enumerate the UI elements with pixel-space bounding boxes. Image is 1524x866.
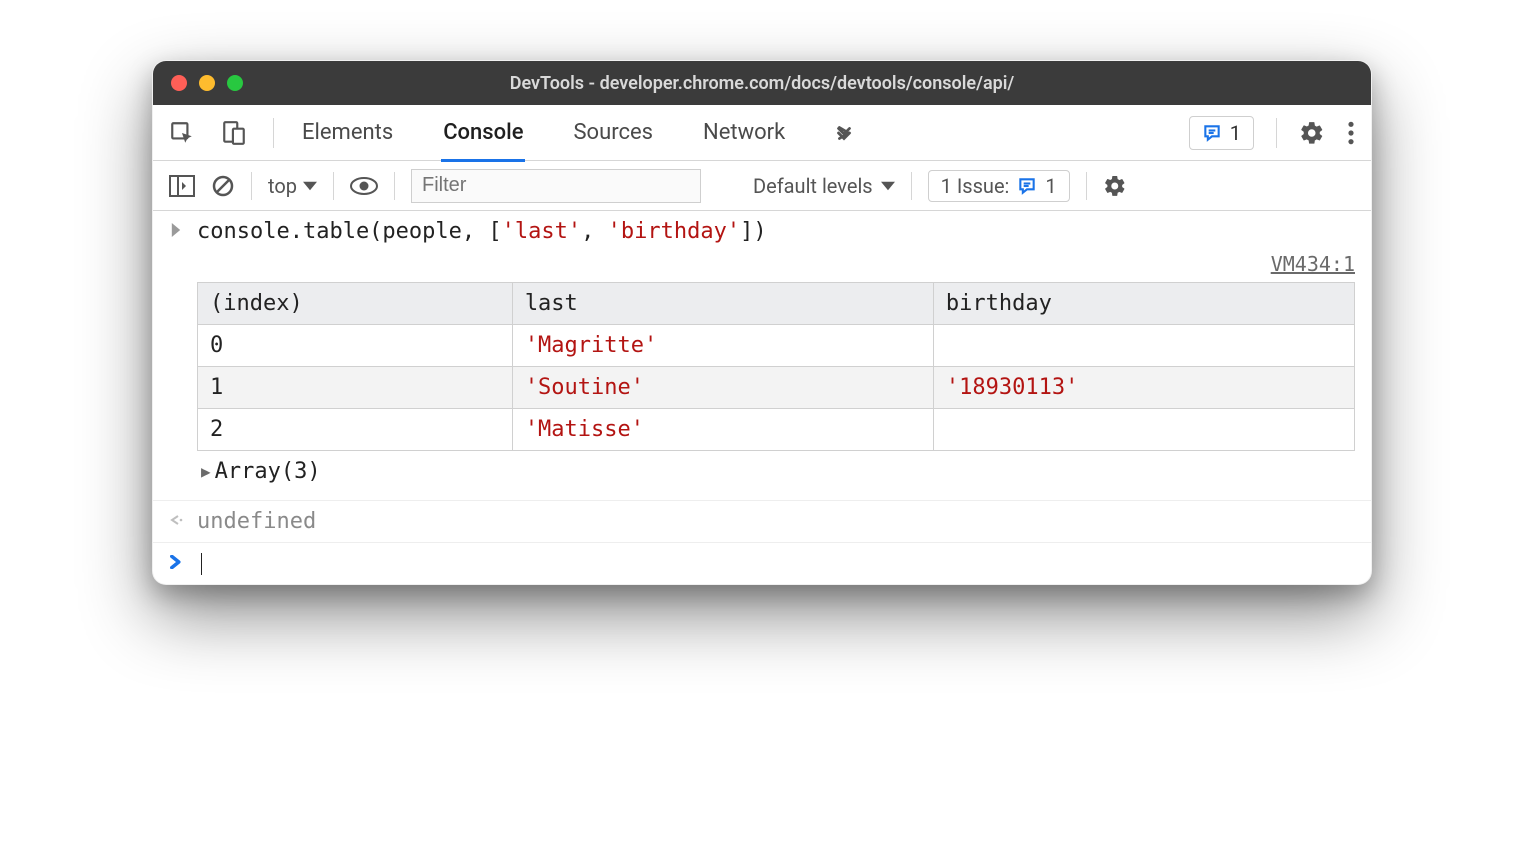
divider [394,172,395,200]
code-text: console.table(people, [ [197,219,502,244]
table-row: 1 'Soutine' '18930113' [198,367,1355,409]
col-birthday[interactable]: birthday [933,283,1354,325]
cell-last: 'Magritte' [512,325,933,367]
minimize-window-button[interactable] [199,75,215,91]
issues-count: 1 [1230,121,1241,145]
divider [1086,172,1087,200]
device-toolbar-icon[interactable] [221,120,247,146]
expand-triangle-icon: ▶ [201,462,211,481]
more-tabs-icon[interactable] [833,122,855,144]
issues-indicator[interactable]: 1 [1189,116,1254,150]
levels-label: Default levels [753,174,873,198]
console-body: console.table(people, ['last', 'birthday… [153,211,1371,584]
chevron-down-icon [303,179,317,193]
clear-console-icon[interactable] [211,174,235,198]
console-prompt-input[interactable] [197,551,1355,576]
panel-tabs: Elements Console Sources Network [300,106,855,160]
console-prompt-row[interactable] [153,543,1371,584]
tab-network[interactable]: Network [701,106,787,159]
console-return-row: undefined [153,501,1371,543]
array-summary: Array(3) [215,459,321,484]
code-string: 'birthday' [608,219,740,244]
divider [911,172,912,200]
table-row: 2 'Matisse' [198,409,1355,451]
prompt-chevron-icon [169,551,197,569]
message-icon [1017,176,1037,196]
table-header-row: (index) last birthday [198,283,1355,325]
col-last[interactable]: last [512,283,933,325]
kebab-menu-icon[interactable] [1347,120,1355,146]
table-row: 0 'Magritte' [198,325,1355,367]
cell-index: 1 [198,367,513,409]
divider [251,172,252,200]
close-window-button[interactable] [171,75,187,91]
execution-context-selector[interactable]: top [268,174,317,198]
divider [1276,118,1277,148]
log-levels-selector[interactable]: Default levels [753,174,895,198]
filter-text-field[interactable] [422,174,690,197]
cell-birthday: '18930113' [933,367,1354,409]
devtools-tabstrip: Elements Console Sources Network [153,105,1371,161]
console-toolbar: top Default levels 1 Issue: [153,161,1371,211]
inspect-element-icon[interactable] [169,120,195,146]
issues-button[interactable]: 1 Issue: 1 [928,170,1070,202]
source-link[interactable]: VM434:1 [197,252,1355,282]
tabstrip-right: 1 [1189,116,1355,150]
tab-elements[interactable]: Elements [300,106,395,159]
return-value: undefined [197,509,1355,534]
cell-index: 2 [198,409,513,451]
message-icon [1202,123,1222,143]
live-expression-icon[interactable] [350,177,378,195]
zoom-window-button[interactable] [227,75,243,91]
tab-sources[interactable]: Sources [571,106,655,159]
col-index[interactable]: (index) [198,283,513,325]
text-caret [201,553,202,575]
cell-last: 'Soutine' [512,367,933,409]
issues-count: 1 [1045,174,1056,198]
filter-input[interactable] [411,169,701,203]
settings-icon[interactable] [1299,120,1325,146]
cell-birthday [933,325,1354,367]
window-title: DevTools - developer.chrome.com/docs/dev… [153,73,1371,94]
window-controls [171,75,243,91]
console-command[interactable]: console.table(people, ['last', 'birthday… [197,219,1355,244]
context-label: top [268,174,297,198]
issues-label: 1 Issue: [941,174,1010,198]
code-string: 'last' [502,219,581,244]
return-arrow-icon [169,509,197,527]
cell-last: 'Matisse' [512,409,933,451]
divider [273,118,274,148]
tab-console[interactable]: Console [441,106,525,162]
array-expander[interactable]: ▶ Array(3) [197,451,1355,492]
console-settings-icon[interactable] [1103,174,1127,198]
console-table: (index) last birthday 0 'Magritte' 1 'So… [197,282,1355,451]
divider [333,172,334,200]
titlebar: DevTools - developer.chrome.com/docs/dev… [153,61,1371,105]
devtools-window: DevTools - developer.chrome.com/docs/dev… [152,60,1372,585]
chevron-down-icon [881,179,895,193]
console-input-row: console.table(people, ['last', 'birthday… [153,211,1371,252]
cell-birthday [933,409,1354,451]
console-sidebar-toggle-icon[interactable] [169,175,195,197]
code-text: ]) [740,219,767,244]
console-output: VM434:1 (index) last birthday 0 'Magritt… [153,252,1371,501]
cell-index: 0 [198,325,513,367]
input-chevron-icon [169,219,197,237]
code-text: , [581,219,608,244]
